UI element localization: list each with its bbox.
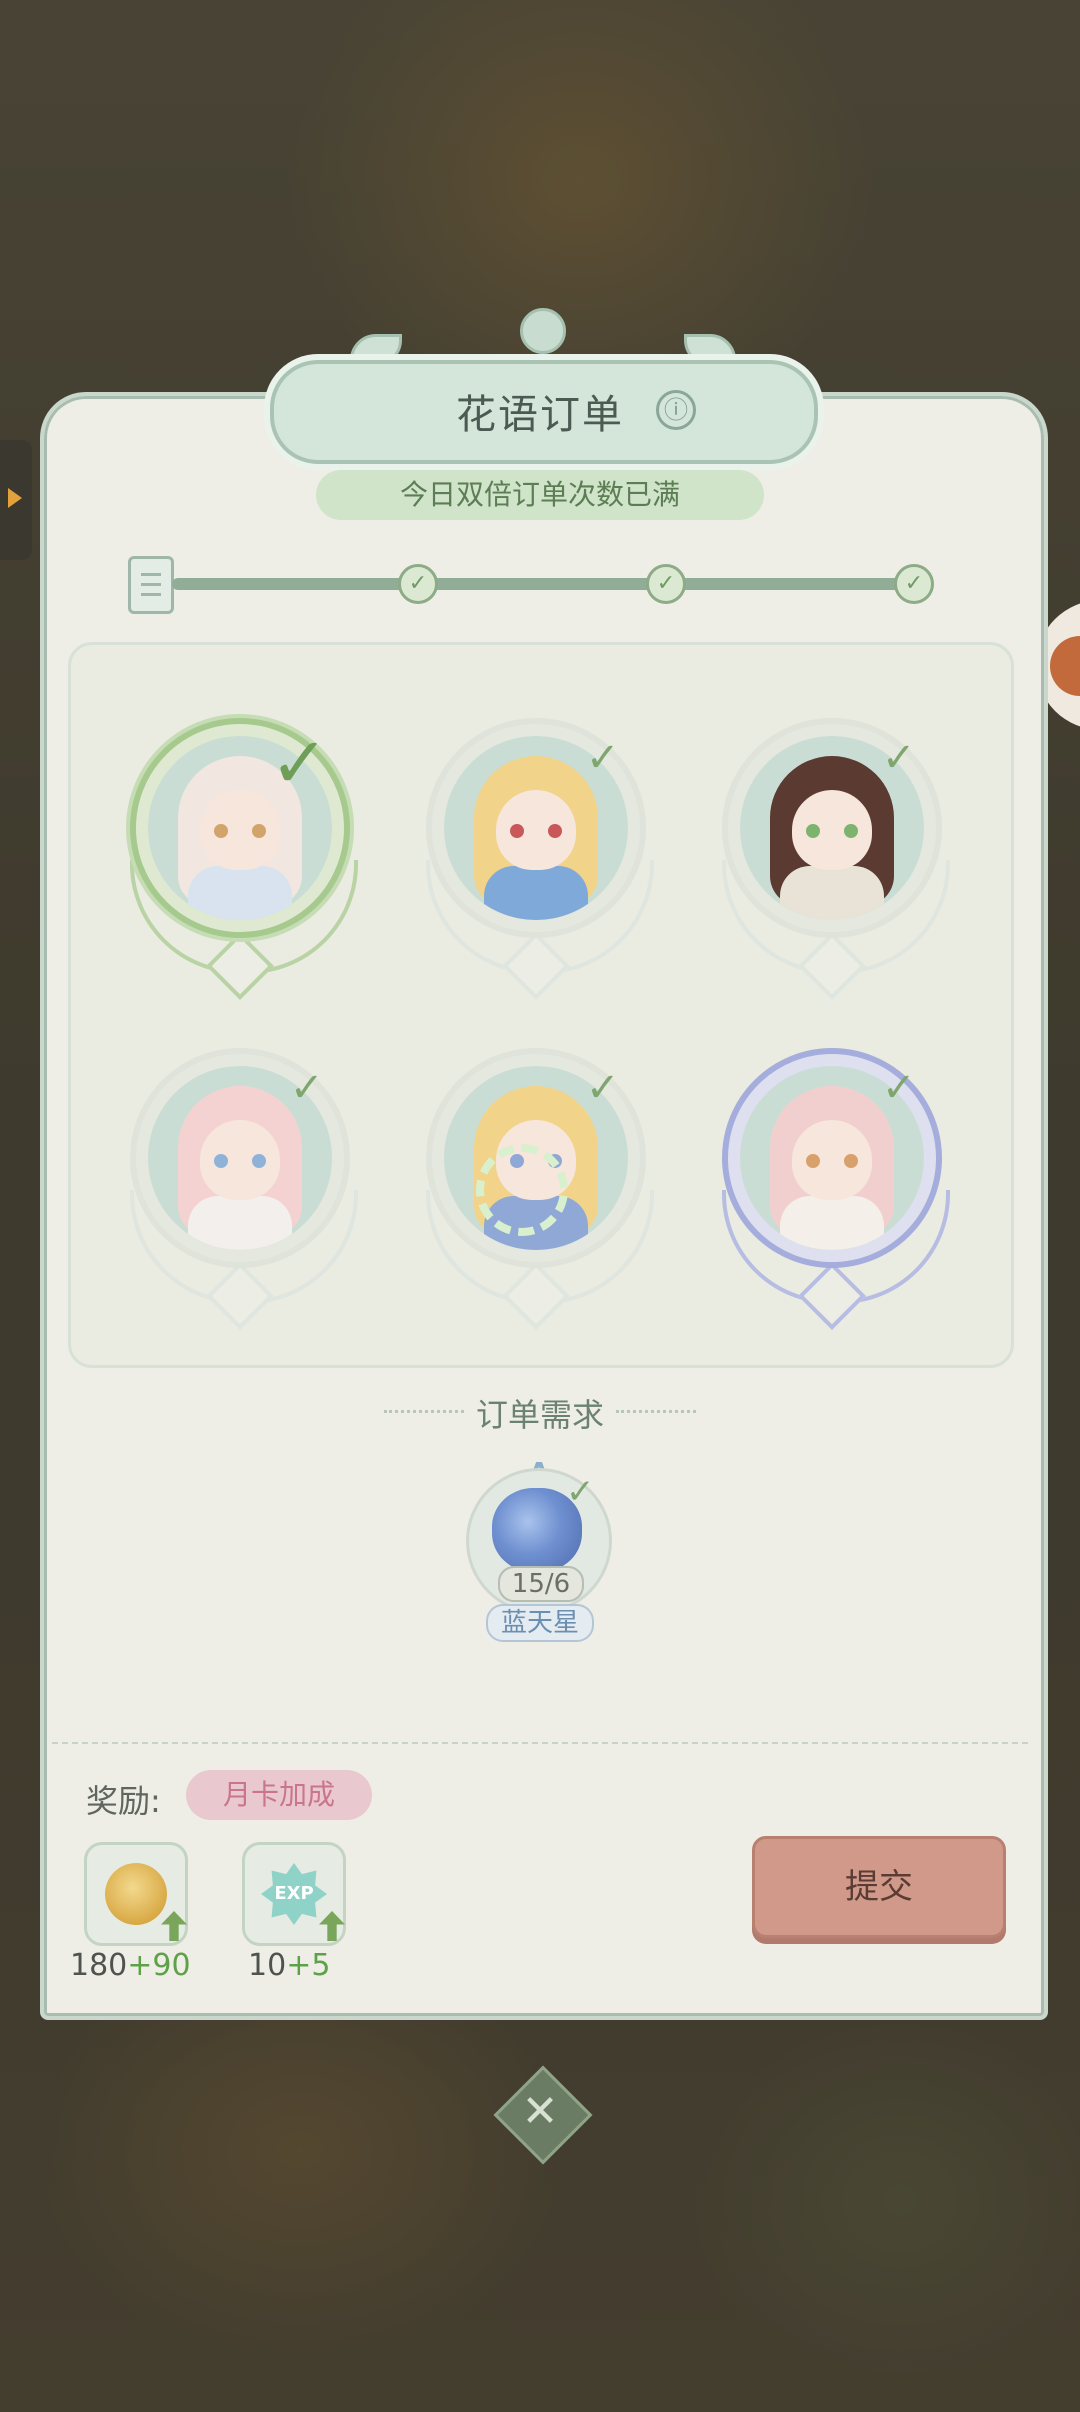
eye <box>252 1154 266 1168</box>
double-order-banner: 今日双倍订单次数已满 <box>316 470 764 520</box>
order-progress: ✓ ✓ ✓ <box>128 556 934 614</box>
face <box>496 790 576 870</box>
eye <box>214 1154 228 1168</box>
face <box>792 790 872 870</box>
face <box>792 1120 872 1200</box>
requirement-item[interactable]: A ✓ 15/6 蓝天星 <box>462 1458 616 1642</box>
submit-button[interactable]: 提交 <box>752 1836 1006 1938</box>
eye <box>806 1154 820 1168</box>
eye <box>510 824 524 838</box>
exp-star-icon: EXP <box>261 1863 327 1925</box>
reward-label: 奖励: <box>86 1782 161 1820</box>
eye <box>844 824 858 838</box>
item-count: 15/6 <box>498 1566 584 1602</box>
outfit <box>484 866 588 920</box>
outfit <box>780 866 884 920</box>
reward-exp-bonus: +5 <box>286 1948 331 1983</box>
customer-portrait-4[interactable]: ✓ <box>120 1040 360 1340</box>
customer-portrait-2[interactable]: ✓ <box>416 710 656 1010</box>
eye <box>806 824 820 838</box>
reward-gold[interactable] <box>84 1842 188 1946</box>
outfit <box>188 866 292 920</box>
face <box>200 1120 280 1200</box>
eye <box>252 824 266 838</box>
item-name: 蓝天星 <box>486 1604 594 1642</box>
dialog-title: 花语订单 <box>456 392 624 438</box>
progress-track <box>172 578 912 590</box>
customer-portrait-1[interactable]: ✓ <box>120 710 360 1010</box>
check-icon: ✓ <box>882 735 916 781</box>
eye <box>214 824 228 838</box>
boost-arrow-icon <box>319 1911 345 1941</box>
check-icon: ✓ <box>566 1472 595 1512</box>
flower-ornament-icon <box>520 308 566 354</box>
clipboard-icon <box>128 556 174 614</box>
gold-coin-icon <box>105 1863 167 1925</box>
reward-exp-base: 10 <box>248 1948 287 1983</box>
customer-portrait-3[interactable]: ✓ <box>712 710 952 1010</box>
reward-gold-amount: 180+90 <box>70 1948 191 1983</box>
boost-arrow-icon <box>161 1911 187 1941</box>
customer-portrait-5[interactable]: ✓ <box>416 1040 656 1340</box>
eye <box>548 824 562 838</box>
progress-node-2: ✓ <box>646 564 686 604</box>
side-expand-tab[interactable] <box>0 440 32 560</box>
divider <box>52 1742 1028 1744</box>
check-icon: ✓ <box>270 722 329 804</box>
reward-exp[interactable]: EXP <box>242 1842 346 1946</box>
outfit <box>780 1196 884 1250</box>
section-deco-right <box>616 1410 696 1415</box>
progress-node-1: ✓ <box>398 564 438 604</box>
check-icon: ✓ <box>882 1065 916 1111</box>
reward-gold-bonus: +90 <box>127 1948 191 1983</box>
info-icon[interactable]: ⓘ <box>656 390 696 430</box>
check-icon: ✓ <box>586 735 620 781</box>
customer-portrait-6[interactable]: ✓ <box>712 1040 952 1340</box>
outfit <box>188 1196 292 1250</box>
eye <box>844 1154 858 1168</box>
face <box>200 790 280 870</box>
check-icon: ✓ <box>586 1065 620 1111</box>
reward-gold-base: 180 <box>70 1948 128 1983</box>
progress-node-3: ✓ <box>894 564 934 604</box>
reward-exp-amount: 10+5 <box>248 1948 330 1983</box>
selection-wreath-icon <box>476 1144 568 1236</box>
month-card-badge[interactable]: 月卡加成 <box>186 1770 372 1820</box>
check-icon: ✓ <box>290 1065 324 1111</box>
close-icon[interactable]: ✕ <box>508 2080 572 2144</box>
